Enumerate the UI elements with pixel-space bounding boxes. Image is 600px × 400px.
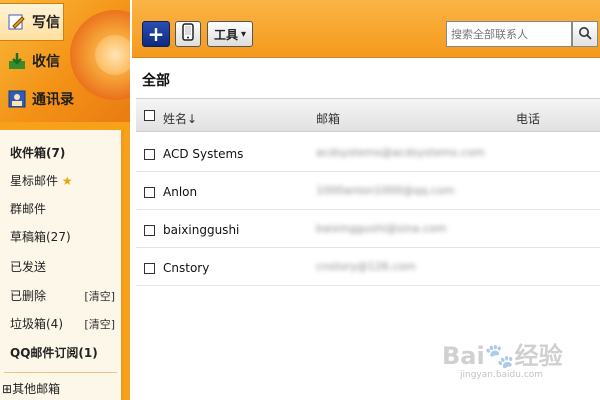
- pencil-icon: [8, 13, 26, 31]
- contact-group-title: 全部: [142, 73, 170, 89]
- expand-icon: ⊞: [2, 382, 13, 396]
- watermark-text: Bai🐾经验: [442, 342, 563, 370]
- column-email-header: 邮箱: [316, 112, 341, 126]
- folder-inbox[interactable]: 收件箱(7): [10, 144, 65, 161]
- search-contacts-input[interactable]: [446, 21, 572, 47]
- contact-email: 1000anlon1000@qq.com: [316, 184, 455, 197]
- tools-dropdown[interactable]: 工具 ▾: [207, 21, 253, 47]
- tools-label: 工具: [213, 27, 238, 42]
- folder-list: 收件箱(7) 星标邮件 ★ 群邮件 草稿箱(27) 已发送 已删除 [清空] 垃…: [0, 130, 124, 400]
- folder-deleted[interactable]: 已删除: [10, 287, 46, 304]
- contacts-main: + 工具 ▾ 全部 姓名↓ 邮箱 电话 ACD Systems acdsyste…: [132, 0, 600, 400]
- watermark-url: jingyan.baidu.com: [460, 370, 544, 380]
- mobile-phone-icon: [182, 23, 194, 45]
- contact-email: cnstory@126.com: [316, 260, 416, 273]
- table-row[interactable]: baixinggushi baixinggushi@sina.com: [136, 210, 600, 248]
- contacts-icon: [8, 90, 26, 108]
- contacts-label: 通讯录: [32, 92, 74, 108]
- receive-mail-button[interactable]: 收信: [0, 42, 130, 80]
- row-checkbox[interactable]: [144, 263, 155, 274]
- baidu-jingyan-watermark: Bai🐾经验 jingyan.baidu.com: [442, 336, 582, 380]
- folder-spam-label: 垃圾箱(4): [10, 317, 63, 331]
- column-phone-header: 电话: [516, 112, 541, 126]
- folder-qq-subscriptions[interactable]: QQ邮件订阅(1): [10, 344, 98, 361]
- row-checkbox[interactable]: [144, 225, 155, 236]
- compose-button[interactable]: 写信: [0, 3, 64, 41]
- table-row[interactable]: Anlon 1000anlon1000@qq.com: [136, 172, 600, 210]
- contact-name[interactable]: Cnstory: [163, 261, 209, 275]
- inbox-download-icon: [8, 52, 26, 70]
- row-checkbox[interactable]: [144, 187, 155, 198]
- folder-inbox-label: 收件箱(7): [10, 146, 66, 160]
- row-checkbox[interactable]: [144, 149, 155, 160]
- folder-group-mail-label: 群邮件: [10, 202, 47, 216]
- contact-email: acdsystems@acdsystems.com: [316, 146, 485, 159]
- contacts-table-header: 姓名↓ 邮箱 电话: [136, 98, 600, 132]
- receive-mail-label: 收信: [32, 54, 60, 70]
- folder-drafts-label: 草稿箱(27): [10, 230, 71, 244]
- plus-icon: +: [147, 22, 165, 46]
- search-icon: [578, 25, 592, 44]
- quick-actions-panel: 写信 收信 通讯录: [0, 0, 130, 122]
- sidebar: 写信 收信 通讯录 收件箱(7) 星标邮件 ★ 群邮件 草稿箱(27) 已发送 …: [0, 0, 130, 400]
- contact-name[interactable]: Anlon: [163, 185, 197, 199]
- folder-sent[interactable]: 已发送: [10, 258, 46, 275]
- clear-deleted-button[interactable]: [清空]: [84, 288, 115, 304]
- contacts-button[interactable]: 通讯录: [0, 80, 130, 118]
- column-name-header[interactable]: 姓名↓: [163, 110, 197, 127]
- contact-name[interactable]: baixinggushi: [163, 223, 239, 237]
- table-row[interactable]: ACD Systems acdsystems@acdsystems.com: [136, 134, 600, 172]
- compose-label: 写信: [32, 15, 60, 31]
- folder-group-mail[interactable]: 群邮件: [10, 200, 46, 217]
- folder-starred-label: 星标邮件: [10, 174, 59, 188]
- chevron-down-icon: ▾: [240, 28, 247, 40]
- folder-other-mailboxes-label: 其他邮箱: [12, 382, 61, 396]
- contact-email: baixinggushi@sina.com: [316, 222, 447, 235]
- select-all-checkbox[interactable]: [144, 110, 155, 121]
- folder-drafts[interactable]: 草稿箱(27): [10, 228, 71, 245]
- contact-name[interactable]: ACD Systems: [163, 147, 243, 161]
- clear-spam-button[interactable]: [清空]: [84, 316, 115, 332]
- folder-deleted-label: 已删除: [10, 289, 47, 303]
- table-row[interactable]: Cnstory cnstory@126.com: [136, 248, 600, 286]
- folder-spam[interactable]: 垃圾箱(4): [10, 315, 63, 332]
- star-icon: ★: [61, 174, 73, 188]
- folder-qq-subscriptions-label: QQ邮件订阅(1): [10, 346, 98, 360]
- folder-other-mailboxes[interactable]: ⊞其他邮箱: [2, 380, 60, 397]
- add-contact-button[interactable]: +: [142, 21, 170, 47]
- mobile-sync-button[interactable]: [175, 21, 201, 47]
- toolbar: + 工具 ▾: [132, 0, 600, 58]
- folder-sent-label: 已发送: [10, 260, 47, 274]
- search-button[interactable]: [572, 21, 598, 47]
- folder-starred[interactable]: 星标邮件 ★: [10, 172, 73, 189]
- divider: [4, 372, 117, 373]
